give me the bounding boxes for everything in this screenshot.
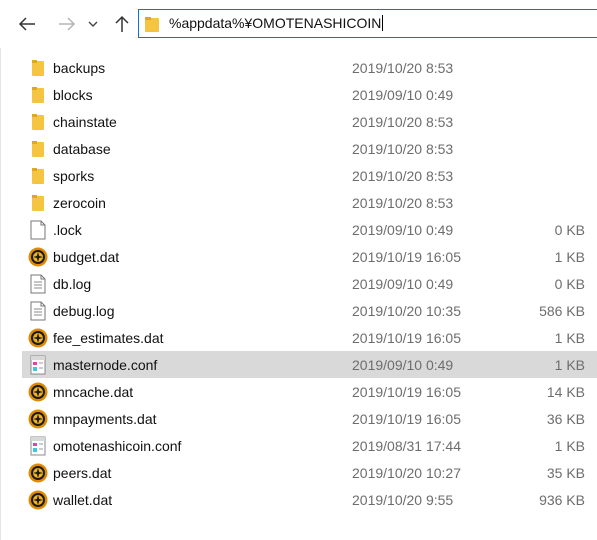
file-row[interactable]: blocks 2019/09/10 0:49 bbox=[22, 81, 597, 108]
file-name: fee_estimates.dat bbox=[53, 330, 164, 346]
forward-button[interactable] bbox=[56, 12, 78, 36]
file-size: 1 KB bbox=[554, 357, 585, 373]
file-modified-date: 2019/10/20 10:35 bbox=[352, 303, 461, 319]
file-size: 35 KB bbox=[546, 465, 585, 481]
config-file-icon bbox=[28, 355, 48, 375]
file-row[interactable]: debug.log 2019/10/20 10:35 586 KB bbox=[22, 297, 597, 324]
file-row[interactable]: mnpayments.dat 2019/10/19 16:05 36 KB bbox=[22, 405, 597, 432]
file-modified-date: 2019/08/31 17:44 bbox=[352, 438, 461, 454]
file-row[interactable]: .lock 2019/09/10 0:49 0 KB bbox=[22, 216, 597, 243]
file-row[interactable]: chainstate 2019/10/20 8:53 bbox=[22, 108, 597, 135]
coin-file-icon bbox=[28, 409, 48, 429]
folder-icon bbox=[28, 193, 48, 213]
file-size: 14 KB bbox=[546, 384, 585, 400]
file-modified-date: 2019/10/20 9:55 bbox=[352, 492, 454, 508]
file-name: wallet.dat bbox=[53, 492, 113, 508]
file-modified-date: 2019/10/20 8:53 bbox=[352, 195, 454, 211]
up-button[interactable] bbox=[111, 12, 133, 36]
recent-locations-button[interactable] bbox=[85, 12, 101, 36]
folder-icon bbox=[28, 139, 48, 159]
file-modified-date: 2019/10/20 8:53 bbox=[352, 141, 454, 157]
folder-icon bbox=[28, 166, 48, 186]
file-name: debug.log bbox=[53, 303, 115, 319]
file-row[interactable]: budget.dat 2019/10/19 16:05 1 KB bbox=[22, 243, 597, 270]
coin-file-icon bbox=[28, 247, 48, 267]
file-modified-date: 2019/09/10 0:49 bbox=[352, 276, 454, 292]
file-name: mncache.dat bbox=[53, 384, 134, 400]
file-name: mnpayments.dat bbox=[53, 411, 157, 427]
blank-file-icon bbox=[28, 220, 48, 240]
file-row[interactable]: zerocoin 2019/10/20 8:53 bbox=[22, 189, 597, 216]
file-size: 1 KB bbox=[554, 438, 585, 454]
navigation-toolbar: %appdata%¥OMOTENASHICOIN bbox=[0, 0, 597, 48]
back-button[interactable] bbox=[16, 12, 38, 36]
file-modified-date: 2019/10/20 10:27 bbox=[352, 465, 461, 481]
file-size: 1 KB bbox=[554, 249, 585, 265]
file-row[interactable]: fee_estimates.dat 2019/10/19 16:05 1 KB bbox=[22, 324, 597, 351]
file-size: 0 KB bbox=[554, 222, 585, 238]
file-modified-date: 2019/10/20 8:53 bbox=[352, 168, 454, 184]
file-row[interactable]: sporks 2019/10/20 8:53 bbox=[22, 162, 597, 189]
text-file-icon bbox=[28, 301, 48, 321]
file-size: 36 KB bbox=[546, 411, 585, 427]
file-size: 936 KB bbox=[539, 492, 585, 508]
file-row[interactable]: mncache.dat 2019/10/19 16:05 14 KB bbox=[22, 378, 597, 405]
text-file-icon bbox=[28, 274, 48, 294]
address-bar[interactable]: %appdata%¥OMOTENASHICOIN bbox=[138, 9, 597, 38]
back-arrow-icon bbox=[18, 17, 35, 31]
forward-arrow-icon bbox=[59, 17, 76, 31]
folder-icon bbox=[145, 17, 159, 32]
file-size: 1 KB bbox=[554, 330, 585, 346]
folder-icon bbox=[28, 58, 48, 78]
file-modified-date: 2019/09/10 0:49 bbox=[352, 357, 454, 373]
file-row[interactable]: peers.dat 2019/10/20 10:27 35 KB bbox=[22, 459, 597, 486]
folder-icon bbox=[28, 85, 48, 105]
window-edge bbox=[0, 48, 1, 540]
file-name: chainstate bbox=[53, 114, 117, 130]
file-name: db.log bbox=[53, 276, 92, 292]
file-modified-date: 2019/10/19 16:05 bbox=[352, 249, 461, 265]
file-name: budget.dat bbox=[53, 249, 120, 265]
file-name: .lock bbox=[53, 222, 82, 238]
file-modified-date: 2019/10/19 16:05 bbox=[352, 330, 461, 346]
chevron-down-icon bbox=[88, 21, 98, 27]
file-name: zerocoin bbox=[53, 195, 106, 211]
coin-file-icon bbox=[28, 490, 48, 510]
file-modified-date: 2019/10/19 16:05 bbox=[352, 411, 461, 427]
file-name: peers.dat bbox=[53, 465, 112, 481]
folder-icon bbox=[28, 112, 48, 132]
file-name: omotenashicoin.conf bbox=[53, 438, 182, 454]
coin-file-icon bbox=[28, 328, 48, 348]
file-row[interactable]: backups 2019/10/20 8:53 bbox=[22, 54, 597, 81]
file-modified-date: 2019/10/20 8:53 bbox=[352, 60, 454, 76]
file-modified-date: 2019/09/10 0:49 bbox=[352, 87, 454, 103]
file-modified-date: 2019/10/19 16:05 bbox=[352, 384, 461, 400]
file-name: database bbox=[53, 141, 111, 157]
coin-file-icon bbox=[28, 382, 48, 402]
file-row[interactable]: omotenashicoin.conf 2019/08/31 17:44 1 KB bbox=[22, 432, 597, 459]
file-size: 586 KB bbox=[539, 303, 585, 319]
file-row[interactable]: database 2019/10/20 8:53 bbox=[22, 135, 597, 162]
up-arrow-icon bbox=[115, 15, 129, 32]
file-row[interactable]: db.log 2019/09/10 0:49 0 KB bbox=[22, 270, 597, 297]
file-modified-date: 2019/09/10 0:49 bbox=[352, 222, 454, 238]
file-row[interactable]: wallet.dat 2019/10/20 9:55 936 KB bbox=[22, 486, 597, 513]
file-name: blocks bbox=[53, 87, 93, 103]
file-size: 0 KB bbox=[554, 276, 585, 292]
address-path[interactable]: %appdata%¥OMOTENASHICOIN bbox=[169, 15, 384, 31]
file-name: backups bbox=[53, 60, 106, 76]
text-caret bbox=[382, 15, 384, 31]
file-name: masternode.conf bbox=[53, 357, 158, 373]
file-name: sporks bbox=[53, 168, 95, 184]
config-file-icon bbox=[28, 436, 48, 456]
coin-file-icon bbox=[28, 463, 48, 483]
file-modified-date: 2019/10/20 8:53 bbox=[352, 114, 454, 130]
file-row[interactable]: masternode.conf 2019/09/10 0:49 1 KB bbox=[22, 351, 597, 378]
